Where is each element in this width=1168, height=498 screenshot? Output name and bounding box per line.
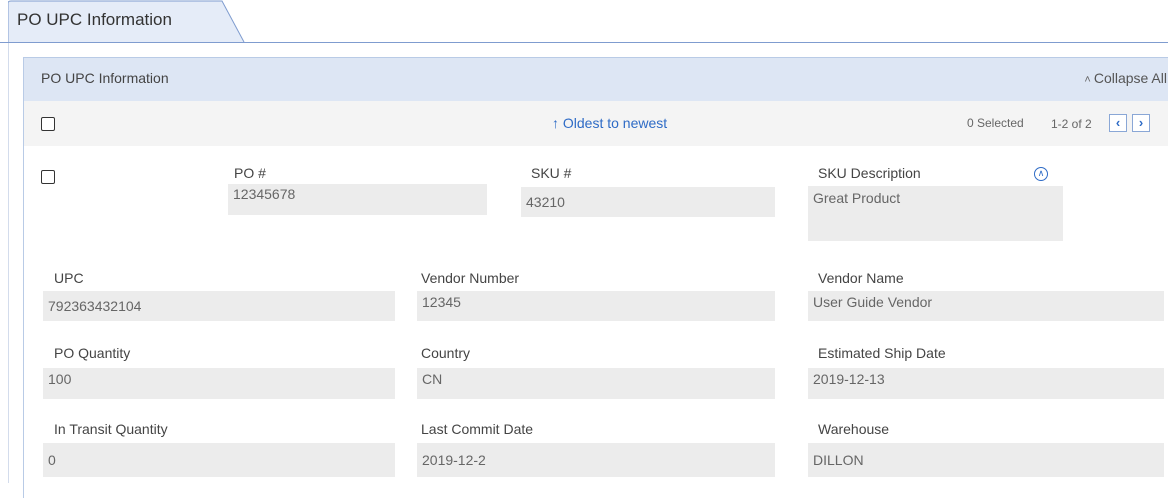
vendor-number-value: 12345 bbox=[422, 294, 461, 310]
sku-field: 43210 bbox=[521, 187, 775, 217]
upc-label: UPC bbox=[54, 270, 84, 286]
country-field: CN bbox=[417, 368, 775, 399]
last-commit-date-value: 2019-12-2 bbox=[422, 452, 486, 468]
po-quantity-label: PO Quantity bbox=[54, 345, 131, 361]
estimated-ship-date-label: Estimated Ship Date bbox=[818, 345, 946, 361]
upc-value: 792363432104 bbox=[48, 298, 142, 314]
sku-description-label: SKU Description bbox=[818, 165, 921, 181]
expand-toggle-icon[interactable]: ∧ bbox=[1034, 167, 1048, 181]
tab-divider bbox=[0, 42, 1168, 43]
sku-description-field: Great Product bbox=[808, 186, 1063, 241]
chevron-left-icon: ‹ bbox=[1115, 115, 1121, 130]
sku-description-value: Great Product bbox=[813, 190, 901, 206]
in-transit-quantity-label: In Transit Quantity bbox=[54, 421, 168, 437]
in-transit-quantity-field: 0 bbox=[43, 443, 395, 477]
country-label: Country bbox=[421, 345, 471, 361]
panel-header: PO UPC Information ˄ Collapse All bbox=[24, 58, 1168, 101]
po-quantity-value: 100 bbox=[48, 371, 72, 387]
vendor-name-label: Vendor Name bbox=[818, 270, 904, 286]
chevron-right-icon: › bbox=[1138, 115, 1144, 130]
double-chevron-up-icon: ˄ bbox=[1084, 74, 1091, 86]
sort-toggle[interactable]: ↑ Oldest to newest bbox=[552, 115, 667, 131]
tab-bar: PO UPC Information bbox=[0, 0, 1168, 43]
warehouse-label: Warehouse bbox=[818, 421, 890, 437]
upc-field: 792363432104 bbox=[43, 291, 395, 321]
po-field: 12345678 bbox=[228, 184, 487, 215]
po-upc-panel: PO UPC Information ˄ Collapse All ↑ Oldes… bbox=[23, 57, 1168, 498]
po-label: PO # bbox=[234, 165, 266, 181]
prev-page-button[interactable]: ‹ bbox=[1109, 114, 1127, 132]
collapse-all-label: Collapse All bbox=[1093, 70, 1167, 86]
row-checkbox[interactable] bbox=[41, 170, 55, 184]
arrow-up-icon: ↑ bbox=[552, 115, 559, 131]
po-value: 12345678 bbox=[233, 186, 296, 202]
outer-border bbox=[8, 43, 9, 483]
warehouse-value: DILLON bbox=[813, 452, 864, 468]
sku-label: SKU # bbox=[531, 165, 572, 181]
po-quantity-field: 100 bbox=[43, 368, 395, 399]
last-commit-date-field: 2019-12-2 bbox=[417, 443, 775, 477]
sort-label: Oldest to newest bbox=[562, 115, 668, 131]
panel-title: PO UPC Information bbox=[41, 70, 169, 86]
vendor-number-field: 12345 bbox=[417, 291, 775, 321]
selected-count: 0 Selected bbox=[967, 116, 1024, 130]
estimated-ship-date-value: 2019-12-13 bbox=[813, 371, 885, 387]
tab-label: PO UPC Information bbox=[17, 10, 172, 29]
in-transit-quantity-value: 0 bbox=[48, 452, 56, 468]
estimated-ship-date-field: 2019-12-13 bbox=[808, 368, 1164, 399]
list-toolbar: ↑ Oldest to newest 0 Selected 1-2 of 2 ‹… bbox=[24, 101, 1168, 146]
country-value: CN bbox=[422, 371, 443, 387]
vendor-name-field: User Guide Vendor bbox=[808, 291, 1164, 321]
warehouse-field: DILLON bbox=[808, 443, 1164, 477]
next-page-button[interactable]: › bbox=[1132, 114, 1150, 132]
last-commit-date-label: Last Commit Date bbox=[421, 421, 534, 437]
collapse-all-button[interactable]: ˄ Collapse All bbox=[1084, 70, 1167, 86]
vendor-number-label: Vendor Number bbox=[421, 270, 520, 286]
sku-value: 43210 bbox=[526, 194, 565, 210]
page-count: 1-2 of 2 bbox=[1051, 117, 1092, 131]
vendor-name-value: User Guide Vendor bbox=[813, 294, 933, 310]
select-all-checkbox[interactable] bbox=[41, 117, 55, 131]
